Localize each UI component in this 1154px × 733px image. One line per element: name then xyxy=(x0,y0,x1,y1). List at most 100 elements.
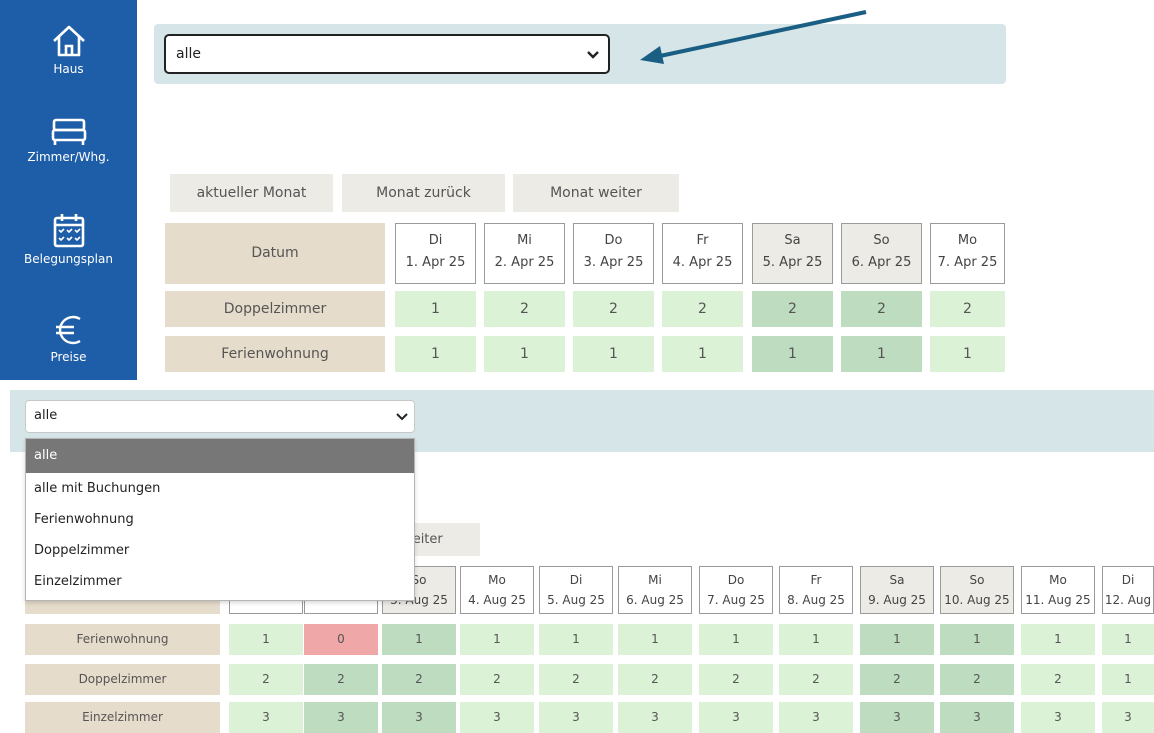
availability-cell[interactable]: 1 xyxy=(752,336,833,372)
day-of-week: Mo xyxy=(957,233,978,248)
sidebar-item-haus[interactable]: Haus xyxy=(0,22,137,102)
availability-cell[interactable]: 1 xyxy=(618,624,692,655)
availability-cell[interactable]: 1 xyxy=(930,336,1005,372)
sidebar-item-label: Belegungsplan xyxy=(24,252,113,266)
dropdown-option[interactable]: Doppelzimmer xyxy=(26,535,414,566)
bottom-screenshot: veiter 1. Aug 252. Aug 25So3. Aug 25Mo4.… xyxy=(0,380,1154,733)
house-icon xyxy=(52,25,85,57)
day-date: 5. Aug 25 xyxy=(547,593,605,607)
day-date: 3. Apr 25 xyxy=(583,255,644,270)
chevron-down-icon xyxy=(396,413,408,421)
availability-cell[interactable]: 1 xyxy=(1102,664,1154,695)
availability-cell[interactable]: 3 xyxy=(860,702,934,733)
availability-cell[interactable]: 1 xyxy=(1102,624,1154,655)
sidebar: Haus Zimmer/Whg. Belegungsplan Preise xyxy=(0,0,137,380)
availability-cell[interactable]: 1 xyxy=(382,624,456,655)
dropdown-option[interactable]: alle xyxy=(26,439,414,473)
day-of-week: Di xyxy=(1121,573,1135,587)
annotation-arrow-icon xyxy=(640,10,867,64)
availability-cell[interactable]: 3 xyxy=(382,702,456,733)
availability-cell[interactable]: 2 xyxy=(930,291,1005,327)
availability-cell[interactable]: 1 xyxy=(841,336,922,372)
room-filter-value: alle xyxy=(34,408,58,423)
day-of-week: Mo xyxy=(488,573,506,587)
availability-cell[interactable]: 2 xyxy=(662,291,743,327)
sidebar-item-zimmer[interactable]: Zimmer/Whg. xyxy=(0,114,137,194)
availability-cell[interactable]: 1 xyxy=(860,624,934,655)
day-of-week: Fr xyxy=(810,573,822,587)
availability-cell[interactable]: 1 xyxy=(484,336,565,372)
availability-cell[interactable]: 2 xyxy=(573,291,654,327)
availability-cell[interactable]: 2 xyxy=(618,664,692,695)
day-date: 11. Aug 25 xyxy=(1025,593,1091,607)
dropdown-option[interactable]: Einzelzimmer xyxy=(26,566,414,597)
day-of-week: Mo xyxy=(1049,573,1067,587)
availability-cell[interactable]: 2 xyxy=(382,664,456,695)
day-of-week: So xyxy=(969,573,985,587)
availability-cell[interactable]: 2 xyxy=(860,664,934,695)
day-header: Mo 4. Aug 25 xyxy=(460,566,534,614)
day-date: 6. Aug 25 xyxy=(626,593,684,607)
day-of-week: So xyxy=(873,233,890,248)
availability-cell[interactable]: 1 xyxy=(699,624,773,655)
bed-icon xyxy=(51,118,86,145)
availability-cell[interactable]: 2 xyxy=(484,291,565,327)
availability-cell[interactable]: 1 xyxy=(940,624,1014,655)
availability-cell[interactable]: 3 xyxy=(1102,702,1154,733)
availability-cell[interactable]: 3 xyxy=(940,702,1014,733)
availability-cell[interactable]: 2 xyxy=(779,664,853,695)
room-label: Doppelzimmer xyxy=(165,291,385,327)
day-of-week: Di xyxy=(428,233,443,248)
day-date: 9. Aug 25 xyxy=(868,593,926,607)
day-of-week: Fr xyxy=(696,233,709,248)
day-header: So 6. Apr 25 xyxy=(841,223,922,284)
availability-cell[interactable]: 1 xyxy=(395,291,476,327)
day-date: 2. Apr 25 xyxy=(494,255,555,270)
availability-cell[interactable]: 3 xyxy=(304,702,378,733)
availability-cell[interactable]: 3 xyxy=(618,702,692,733)
availability-cell[interactable]: 1 xyxy=(395,336,476,372)
next-month-button[interactable]: Monat weiter xyxy=(513,174,679,212)
availability-cell[interactable]: 3 xyxy=(1021,702,1095,733)
availability-cell[interactable]: 0 xyxy=(304,624,378,655)
chevron-down-icon xyxy=(587,51,599,59)
availability-cell[interactable]: 2 xyxy=(304,664,378,695)
availability-cell[interactable]: 2 xyxy=(940,664,1014,695)
availability-cell[interactable]: 2 xyxy=(752,291,833,327)
room-filter-select[interactable]: alle xyxy=(164,34,610,74)
availability-cell[interactable]: 2 xyxy=(229,664,303,695)
availability-cell[interactable]: 2 xyxy=(699,664,773,695)
availability-cell[interactable]: 1 xyxy=(539,624,613,655)
availability-cell[interactable]: 2 xyxy=(460,664,534,695)
availability-cell[interactable]: 3 xyxy=(460,702,534,733)
availability-cell[interactable]: 1 xyxy=(1021,624,1095,655)
room-label: Einzelzimmer xyxy=(25,702,220,733)
day-header: Sa 9. Aug 25 xyxy=(860,566,934,614)
day-of-week: Mi xyxy=(648,573,662,587)
room-label: Doppelzimmer xyxy=(25,664,220,695)
availability-cell[interactable]: 2 xyxy=(841,291,922,327)
availability-cell[interactable]: 1 xyxy=(229,624,303,655)
dropdown-option[interactable]: Ferienwohnung xyxy=(26,504,414,535)
room-filter-select[interactable]: alle xyxy=(25,400,415,433)
availability-cell[interactable]: 1 xyxy=(460,624,534,655)
prev-month-button[interactable]: Monat zurück xyxy=(342,174,505,212)
availability-cell[interactable]: 2 xyxy=(1021,664,1095,695)
day-of-week: Sa xyxy=(784,233,801,248)
availability-cell[interactable]: 2 xyxy=(539,664,613,695)
availability-cell[interactable]: 1 xyxy=(573,336,654,372)
dropdown-option[interactable]: alle mit Buchungen xyxy=(26,473,414,504)
current-month-button[interactable]: aktueller Monat xyxy=(170,174,333,212)
sidebar-item-belegungsplan[interactable]: Belegungsplan xyxy=(0,212,137,292)
day-date: 4. Aug 25 xyxy=(468,593,526,607)
availability-cell[interactable]: 3 xyxy=(779,702,853,733)
availability-cell[interactable]: 3 xyxy=(229,702,303,733)
day-header: Sa 5. Apr 25 xyxy=(752,223,833,284)
day-date: 7. Aug 25 xyxy=(707,593,765,607)
day-date: 1. Apr 25 xyxy=(405,255,466,270)
availability-cell[interactable]: 3 xyxy=(699,702,773,733)
availability-cell[interactable]: 3 xyxy=(539,702,613,733)
availability-cell[interactable]: 1 xyxy=(662,336,743,372)
availability-cell[interactable]: 1 xyxy=(779,624,853,655)
sidebar-item-label: Preise xyxy=(50,350,87,364)
